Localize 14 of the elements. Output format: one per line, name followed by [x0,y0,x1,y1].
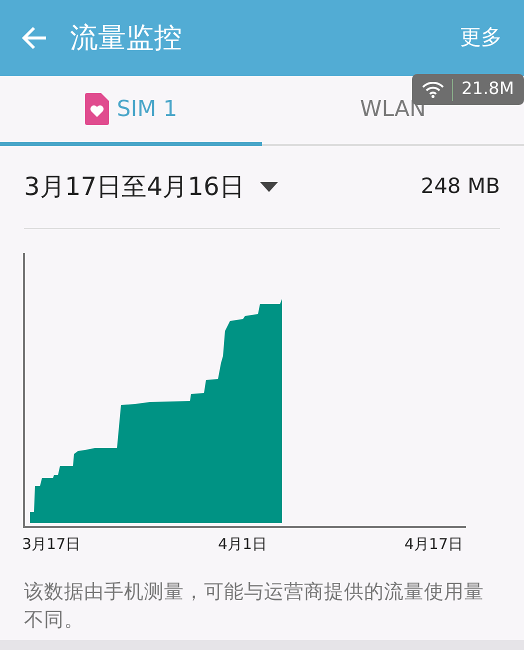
back-icon[interactable] [22,26,48,50]
screen-title: 流量监控 [70,20,182,56]
axis-label: 4月17日 [404,534,463,555]
footnote-text: 该数据由手机测量，可能与运营商提供的流量使用量不同。 [23,578,485,633]
caret-icon [260,182,278,192]
axis-label: 3月17日 [22,534,81,555]
date-range-dropdown[interactable]: 3月17日至4月16日 [24,168,278,206]
speed-reading: 21.8M [461,78,514,101]
axis-label: 4月1日 [218,534,268,555]
more-button[interactable]: 更多 [460,22,502,54]
data-total: 248 MB [420,173,500,200]
tab[interactable]: SIM 1 [0,76,262,146]
wifi-icon [422,82,444,98]
sim-card-icon [84,93,109,125]
